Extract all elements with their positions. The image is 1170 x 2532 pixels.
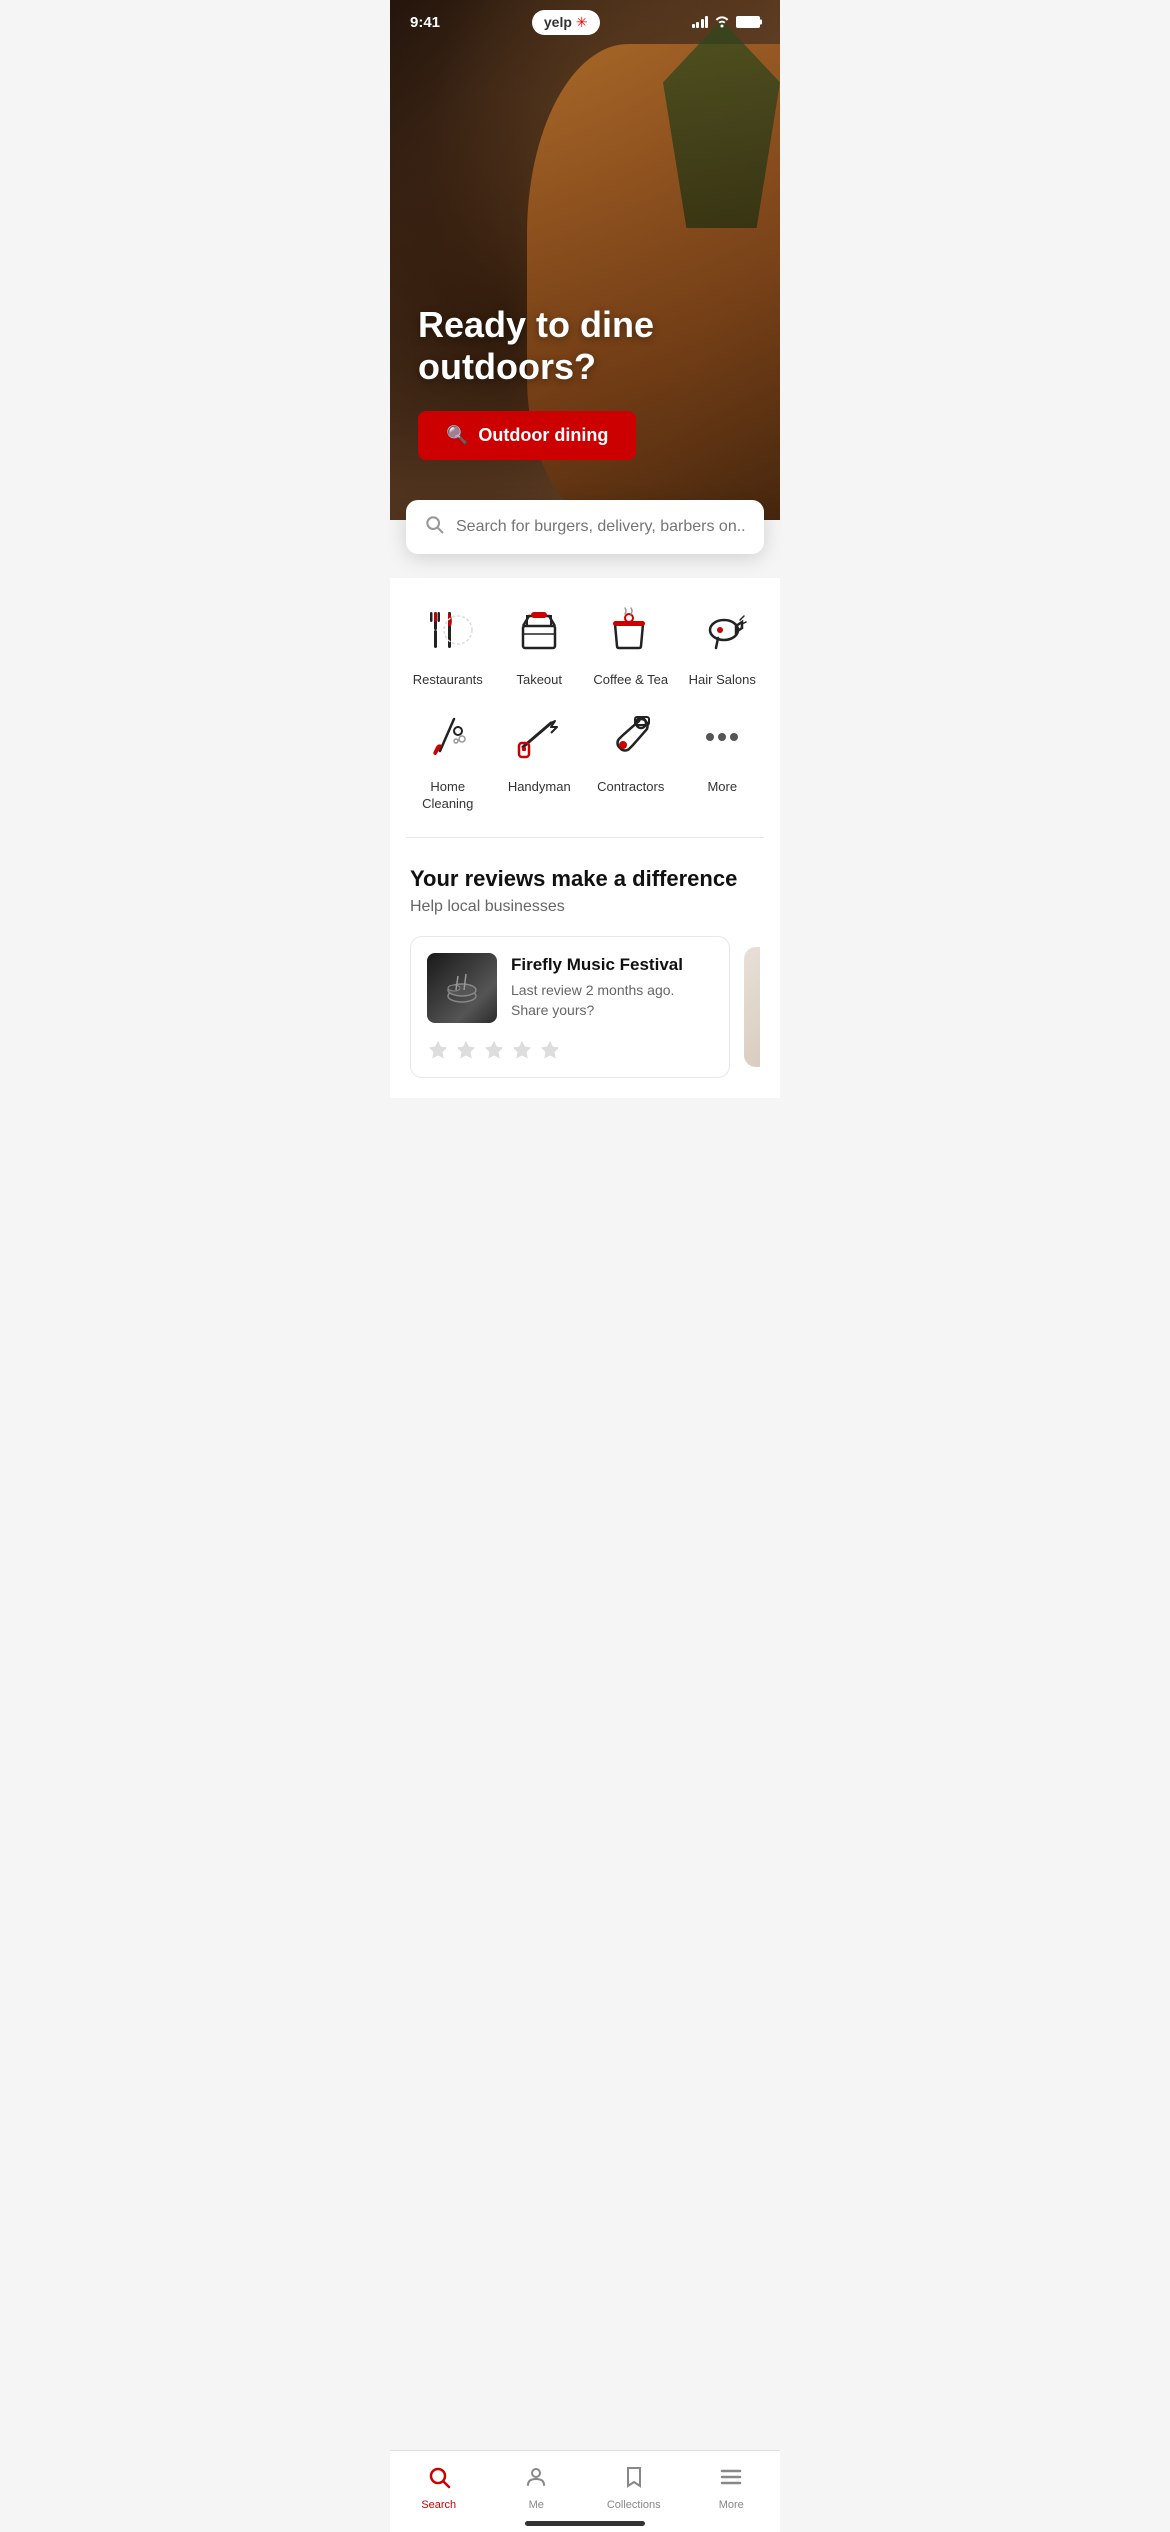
battery-icon: [736, 16, 760, 28]
more-icon: [690, 705, 754, 769]
wifi-icon: [714, 14, 730, 30]
category-more[interactable]: More: [681, 705, 765, 813]
review-card-header: Firefly Music Festival Last review 2 mon…: [427, 953, 713, 1023]
review-cards: Firefly Music Festival Last review 2 mon…: [410, 936, 760, 1078]
category-contractors[interactable]: Contractors: [589, 705, 673, 813]
reviews-title: Your reviews make a difference: [410, 866, 760, 892]
bottom-nav: Search Me Collections More: [390, 2450, 780, 2532]
contractors-icon: [599, 705, 663, 769]
reviews-section: Your reviews make a difference Help loca…: [390, 838, 780, 1098]
more-nav-icon: [719, 2465, 743, 2495]
coffee-tea-label: Coffee & Tea: [593, 672, 668, 689]
nav-me[interactable]: Me: [488, 2457, 586, 2511]
nav-collections[interactable]: Collections: [585, 2457, 683, 2511]
me-nav-icon: [524, 2465, 548, 2495]
nav-search[interactable]: Search: [390, 2457, 488, 2511]
search-icon: [424, 514, 444, 540]
review-card-peek: [744, 947, 760, 1067]
category-handyman[interactable]: Handyman: [498, 705, 582, 813]
home-cleaning-label: Home Cleaning: [406, 779, 490, 813]
status-icons: [692, 14, 761, 30]
signal-icon: [692, 16, 709, 28]
category-takeout[interactable]: Takeout: [498, 598, 582, 689]
search-nav-label: Search: [421, 2499, 456, 2511]
outdoor-dining-button[interactable]: 🔍 Outdoor dining: [418, 411, 636, 460]
review-card-info: Firefly Music Festival Last review 2 mon…: [511, 955, 713, 1020]
restaurants-icon: [416, 598, 480, 662]
yelp-star-icon: ✳: [576, 14, 588, 31]
takeout-label: Takeout: [516, 672, 562, 689]
category-restaurants[interactable]: Restaurants: [406, 598, 490, 689]
coffee-tea-icon: [599, 598, 663, 662]
category-hair-salons[interactable]: Hair Salons: [681, 598, 765, 689]
search-icon: 🔍: [446, 425, 468, 446]
search-input[interactable]: [456, 518, 746, 536]
hero-title: Ready to dine outdoors?: [418, 304, 752, 387]
nav-more[interactable]: More: [683, 2457, 781, 2511]
more-label: More: [707, 779, 737, 796]
takeout-icon: [507, 598, 571, 662]
last-review-text: Last review 2 months ago. Share yours?: [511, 981, 713, 1020]
review-card-firefly[interactable]: Firefly Music Festival Last review 2 mon…: [410, 936, 730, 1078]
home-indicator: [525, 2521, 645, 2526]
hero-content: Ready to dine outdoors? 🔍 Outdoor dining: [390, 304, 780, 460]
hero-section: 9:41 yelp ✳: [390, 0, 780, 520]
status-bar: 9:41 yelp ✳: [390, 0, 780, 44]
category-coffee-tea[interactable]: Coffee & Tea: [589, 598, 673, 689]
status-time: 9:41: [410, 14, 440, 31]
hair-salons-label: Hair Salons: [689, 672, 756, 689]
contractors-label: Contractors: [597, 779, 664, 796]
collections-nav-icon: [622, 2465, 646, 2495]
categories-section: Restaurants T: [390, 578, 780, 837]
more-nav-label: More: [719, 2499, 744, 2511]
hero-cta-label: Outdoor dining: [478, 425, 608, 446]
category-grid: Restaurants T: [390, 598, 780, 813]
yelp-logo: yelp ✳: [532, 10, 600, 35]
handyman-label: Handyman: [508, 779, 571, 796]
hair-salons-icon: [690, 598, 754, 662]
me-nav-label: Me: [529, 2499, 544, 2511]
home-cleaning-icon: [416, 705, 480, 769]
collections-nav-label: Collections: [607, 2499, 661, 2511]
handyman-icon: [507, 705, 571, 769]
restaurants-label: Restaurants: [413, 672, 483, 689]
search-nav-icon: [427, 2465, 451, 2495]
category-home-cleaning[interactable]: Home Cleaning: [406, 705, 490, 813]
search-bar[interactable]: [406, 500, 764, 554]
logo-text: yelp: [544, 14, 572, 30]
business-image: [427, 953, 497, 1023]
reviews-subtitle: Help local businesses: [410, 898, 760, 916]
business-name: Firefly Music Festival: [511, 955, 713, 975]
